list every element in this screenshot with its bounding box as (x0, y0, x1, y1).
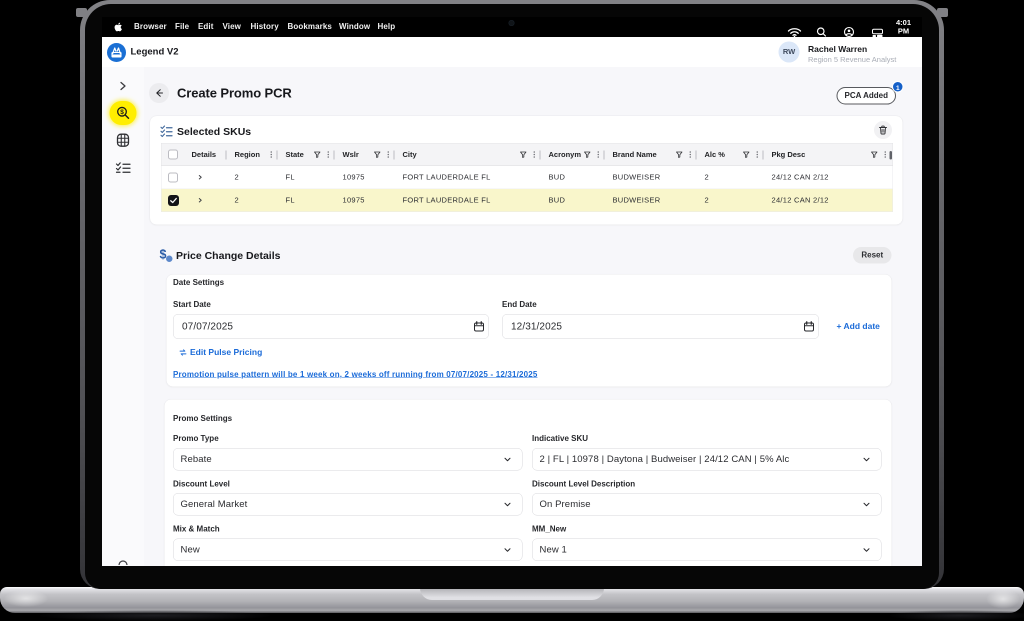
svg-text:$: $ (120, 109, 124, 116)
